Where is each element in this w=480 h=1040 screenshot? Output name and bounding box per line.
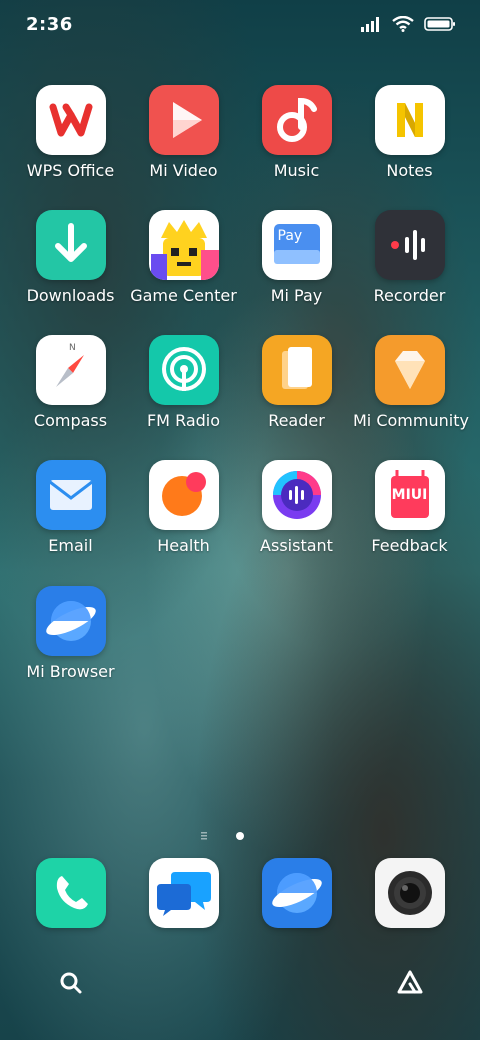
health-icon bbox=[148, 460, 219, 530]
radio-icon bbox=[148, 335, 219, 405]
app-label: WPS Office bbox=[26, 161, 115, 180]
svg-text:N: N bbox=[69, 343, 76, 353]
app-label: Music bbox=[273, 161, 320, 180]
browser-icon bbox=[261, 858, 332, 928]
book-icon bbox=[261, 335, 332, 405]
app-feedback[interactable]: MIUI Feedback bbox=[353, 460, 466, 555]
miui-text: MIUI bbox=[391, 487, 428, 503]
page-dot-active[interactable] bbox=[236, 832, 244, 840]
app-vault-icon[interactable] bbox=[395, 968, 425, 998]
compass-icon: N bbox=[35, 335, 106, 405]
app-label: FM Radio bbox=[146, 411, 221, 430]
dock-phone[interactable] bbox=[14, 858, 127, 928]
app-mi-browser[interactable]: Mi Browser bbox=[14, 586, 127, 681]
dock-browser[interactable] bbox=[240, 858, 353, 928]
status-time: 2:36 bbox=[26, 14, 73, 35]
miui-feedback-icon: MIUI bbox=[374, 460, 445, 530]
app-label: Feedback bbox=[371, 536, 448, 555]
app-label: Mi Pay bbox=[270, 286, 323, 305]
app-label: Mi Browser bbox=[26, 662, 115, 681]
app-label: Downloads bbox=[26, 286, 115, 305]
diamond-icon bbox=[374, 335, 445, 405]
app-label: Game Center bbox=[130, 286, 237, 305]
app-mi-pay[interactable]: Pay Mi Pay bbox=[240, 210, 353, 305]
status-bar: 2:36 bbox=[0, 0, 480, 50]
app-mi-video[interactable]: Mi Video bbox=[127, 85, 240, 180]
status-icons bbox=[360, 16, 456, 32]
envelope-icon bbox=[35, 460, 106, 530]
app-downloads[interactable]: Downloads bbox=[14, 210, 127, 305]
app-label: Compass bbox=[33, 411, 108, 430]
app-health[interactable]: Health bbox=[127, 460, 240, 555]
app-reader[interactable]: Reader bbox=[240, 335, 353, 430]
app-wps-office[interactable]: WPS Office bbox=[14, 85, 127, 180]
app-label: Recorder bbox=[373, 286, 446, 305]
assistant-icon bbox=[261, 460, 332, 530]
app-assistant[interactable]: Assistant bbox=[240, 460, 353, 555]
camera-icon bbox=[374, 858, 445, 928]
app-label: Health bbox=[157, 536, 210, 555]
pay-card-icon: Pay bbox=[261, 210, 332, 280]
app-label: Mi Community bbox=[353, 411, 469, 430]
app-music[interactable]: Music bbox=[240, 85, 353, 180]
play-icon bbox=[148, 85, 219, 155]
app-label: Email bbox=[48, 536, 93, 555]
notes-icon bbox=[374, 85, 445, 155]
app-label: Assistant bbox=[260, 536, 333, 555]
browser-icon bbox=[35, 586, 106, 656]
app-label: Notes bbox=[386, 161, 433, 180]
app-notes[interactable]: Notes bbox=[353, 85, 466, 180]
app-label: Reader bbox=[268, 411, 325, 430]
app-email[interactable]: Email bbox=[14, 460, 127, 555]
pay-card-text: Pay bbox=[277, 228, 303, 244]
app-compass[interactable]: N Compass bbox=[14, 335, 127, 430]
home-menu-icon bbox=[201, 832, 207, 840]
game-center-icon bbox=[148, 210, 219, 280]
messages-icon bbox=[148, 858, 219, 928]
dock-messages[interactable] bbox=[127, 858, 240, 928]
app-recorder[interactable]: Recorder bbox=[353, 210, 466, 305]
music-note-icon bbox=[261, 85, 332, 155]
app-mi-community[interactable]: Mi Community bbox=[353, 335, 469, 430]
download-arrow-icon bbox=[35, 210, 106, 280]
app-game-center[interactable]: Game Center bbox=[127, 210, 240, 305]
search-icon[interactable] bbox=[56, 968, 86, 998]
app-label: Mi Video bbox=[149, 161, 218, 180]
cellular-signal-icon bbox=[361, 17, 379, 32]
app-fm-radio[interactable]: FM Radio bbox=[127, 335, 240, 430]
page-indicator bbox=[0, 828, 480, 842]
battery-icon bbox=[424, 17, 455, 31]
wifi-icon bbox=[392, 16, 414, 32]
wps-office-icon bbox=[35, 85, 106, 155]
dock-camera[interactable] bbox=[353, 858, 466, 928]
phone-icon bbox=[35, 858, 106, 928]
recorder-waveform-icon bbox=[374, 210, 445, 280]
